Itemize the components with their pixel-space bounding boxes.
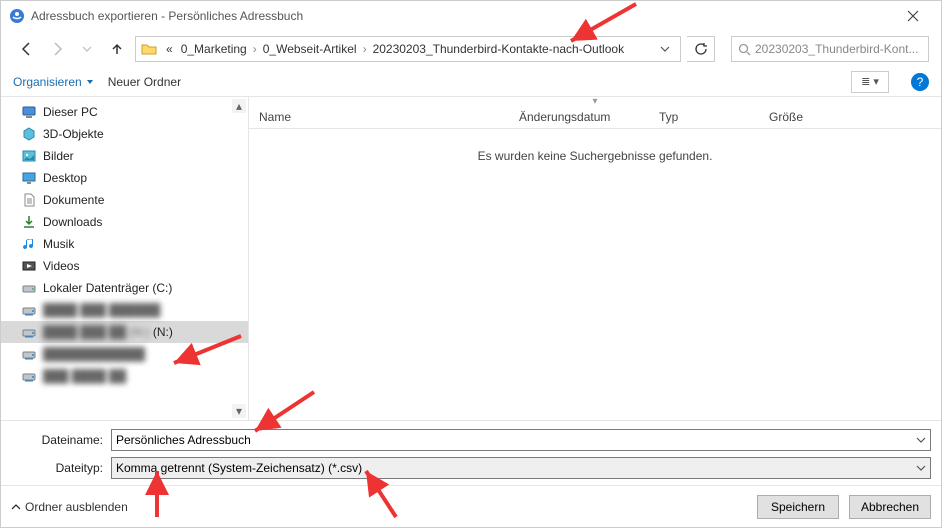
- tree-scroll-down[interactable]: ▾: [232, 404, 246, 418]
- cancel-button[interactable]: Abbrechen: [849, 495, 931, 519]
- tree-item-cube[interactable]: 3D-Objekte: [1, 123, 248, 145]
- search-placeholder: 20230203_Thunderbird-Kont...: [755, 42, 922, 56]
- column-name[interactable]: Name: [249, 105, 509, 128]
- breadcrumb-root-chevrons[interactable]: «: [162, 37, 177, 61]
- save-button[interactable]: Speichern: [757, 495, 839, 519]
- tree-item-label: Downloads: [43, 215, 102, 229]
- column-headers[interactable]: Name Änderungsdatum Typ Größe: [249, 105, 941, 129]
- pictures-icon: [21, 148, 37, 164]
- app-icon: [9, 8, 25, 24]
- column-size[interactable]: Größe: [759, 105, 839, 128]
- chevron-right-icon: ›: [361, 42, 369, 56]
- filetype-select[interactable]: Komma getrennt (System-Zeichensatz) (*.c…: [111, 457, 931, 479]
- tree-scroll-up[interactable]: ▴: [232, 99, 246, 113]
- desktop-icon: [21, 170, 37, 186]
- tree-item-netdrive[interactable]: ████████████: [1, 343, 248, 365]
- docs-icon: [21, 192, 37, 208]
- download-icon: [21, 214, 37, 230]
- tree-item-desktop[interactable]: Desktop: [1, 167, 248, 189]
- empty-results-text: Es wurden keine Suchergebnisse gefunden.: [249, 129, 941, 420]
- filename-input[interactable]: Persönliches Adressbuch: [111, 429, 931, 451]
- filetype-label: Dateityp:: [11, 461, 111, 475]
- netdrive-icon: [21, 368, 37, 384]
- videos-icon: [21, 258, 37, 274]
- caret-down-icon: [86, 78, 94, 86]
- tree-item-label: Lokaler Datenträger (C:): [43, 281, 172, 295]
- view-options-button[interactable]: ≣ ▾: [851, 71, 889, 93]
- organize-menu[interactable]: Organisieren: [13, 75, 94, 89]
- tree-item-label: Bilder: [43, 149, 74, 163]
- filetype-value: Komma getrennt (System-Zeichensatz) (*.c…: [116, 461, 916, 475]
- tree-item-netdrive[interactable]: ████ ███ ██████: [1, 299, 248, 321]
- search-input[interactable]: 20230203_Thunderbird-Kont...: [731, 36, 929, 62]
- column-type[interactable]: Typ: [649, 105, 759, 128]
- netdrive-icon: [21, 324, 37, 340]
- music-icon: [21, 236, 37, 252]
- tree-item-download[interactable]: Downloads: [1, 211, 248, 233]
- tree-item-videos[interactable]: Videos: [1, 255, 248, 277]
- tree-item-label: ████ ███ ██████: [43, 303, 160, 317]
- refresh-button[interactable]: [687, 36, 715, 62]
- tree-item-label: ████ ███ ██ (N:) (N:): [43, 325, 173, 339]
- filename-value: Persönliches Adressbuch: [116, 433, 916, 447]
- nav-recent-dropdown[interactable]: [75, 37, 99, 61]
- tree-item-label: ███ ████ ██: [43, 369, 126, 383]
- netdrive-icon: [21, 346, 37, 362]
- tree-item-music[interactable]: Musik: [1, 233, 248, 255]
- tree-item-label: ████████████: [43, 347, 145, 361]
- tree-item-drive[interactable]: Lokaler Datenträger (C:): [1, 277, 248, 299]
- tree-item-label: Dieser PC: [43, 105, 98, 119]
- tree-item-label: Dokumente: [43, 193, 104, 207]
- filename-label: Dateiname:: [11, 433, 111, 447]
- tree-item-pc[interactable]: Dieser PC: [1, 101, 248, 123]
- breadcrumb-item-1[interactable]: 0_Webseit-Artikel: [259, 37, 361, 61]
- chevron-right-icon: ›: [251, 42, 259, 56]
- tree-item-label: Desktop: [43, 171, 87, 185]
- tree-item-docs[interactable]: Dokumente: [1, 189, 248, 211]
- folder-icon: [140, 40, 158, 58]
- tree-item-label: 3D-Objekte: [43, 127, 104, 141]
- chevron-up-icon: [11, 502, 21, 512]
- breadcrumb-dropdown[interactable]: [654, 44, 676, 54]
- breadcrumb-item-0[interactable]: 0_Marketing: [177, 37, 251, 61]
- tree-item-netdrive[interactable]: ███ ████ ██: [1, 365, 248, 387]
- nav-up-button[interactable]: [105, 37, 129, 61]
- tree-item-netdrive[interactable]: ████ ███ ██ (N:) (N:): [1, 321, 248, 343]
- dropdown-icon[interactable]: [916, 463, 926, 473]
- dropdown-icon[interactable]: [916, 435, 926, 445]
- tree-item-pictures[interactable]: Bilder: [1, 145, 248, 167]
- pc-icon: [21, 104, 37, 120]
- nav-forward-button[interactable]: [45, 37, 69, 61]
- help-button[interactable]: ?: [911, 73, 929, 91]
- breadcrumb-item-2[interactable]: 20230203_Thunderbird-Kontakte-nach-Outlo…: [369, 37, 629, 61]
- drive-icon: [21, 280, 37, 296]
- folder-tree[interactable]: ▴ ▾ Dieser PC 3D-Objekte Bilder Desktop Doku…: [1, 97, 249, 420]
- breadcrumb[interactable]: « 0_Marketing › 0_Webseit-Artikel › 2023…: [135, 36, 681, 62]
- search-icon: [738, 43, 751, 56]
- nav-back-button[interactable]: [15, 37, 39, 61]
- hide-folders-button[interactable]: Ordner ausblenden: [11, 500, 128, 514]
- column-modified[interactable]: Änderungsdatum: [509, 105, 649, 128]
- tree-item-label: Musik: [43, 237, 74, 251]
- cube-icon: [21, 126, 37, 142]
- new-folder-button[interactable]: Neuer Ordner: [108, 75, 181, 89]
- close-button[interactable]: [893, 1, 933, 31]
- window-title: Adressbuch exportieren - Persönliches Ad…: [31, 9, 893, 23]
- netdrive-icon: [21, 302, 37, 318]
- column-resize-grip[interactable]: ▾: [249, 97, 941, 105]
- tree-item-label: Videos: [43, 259, 79, 273]
